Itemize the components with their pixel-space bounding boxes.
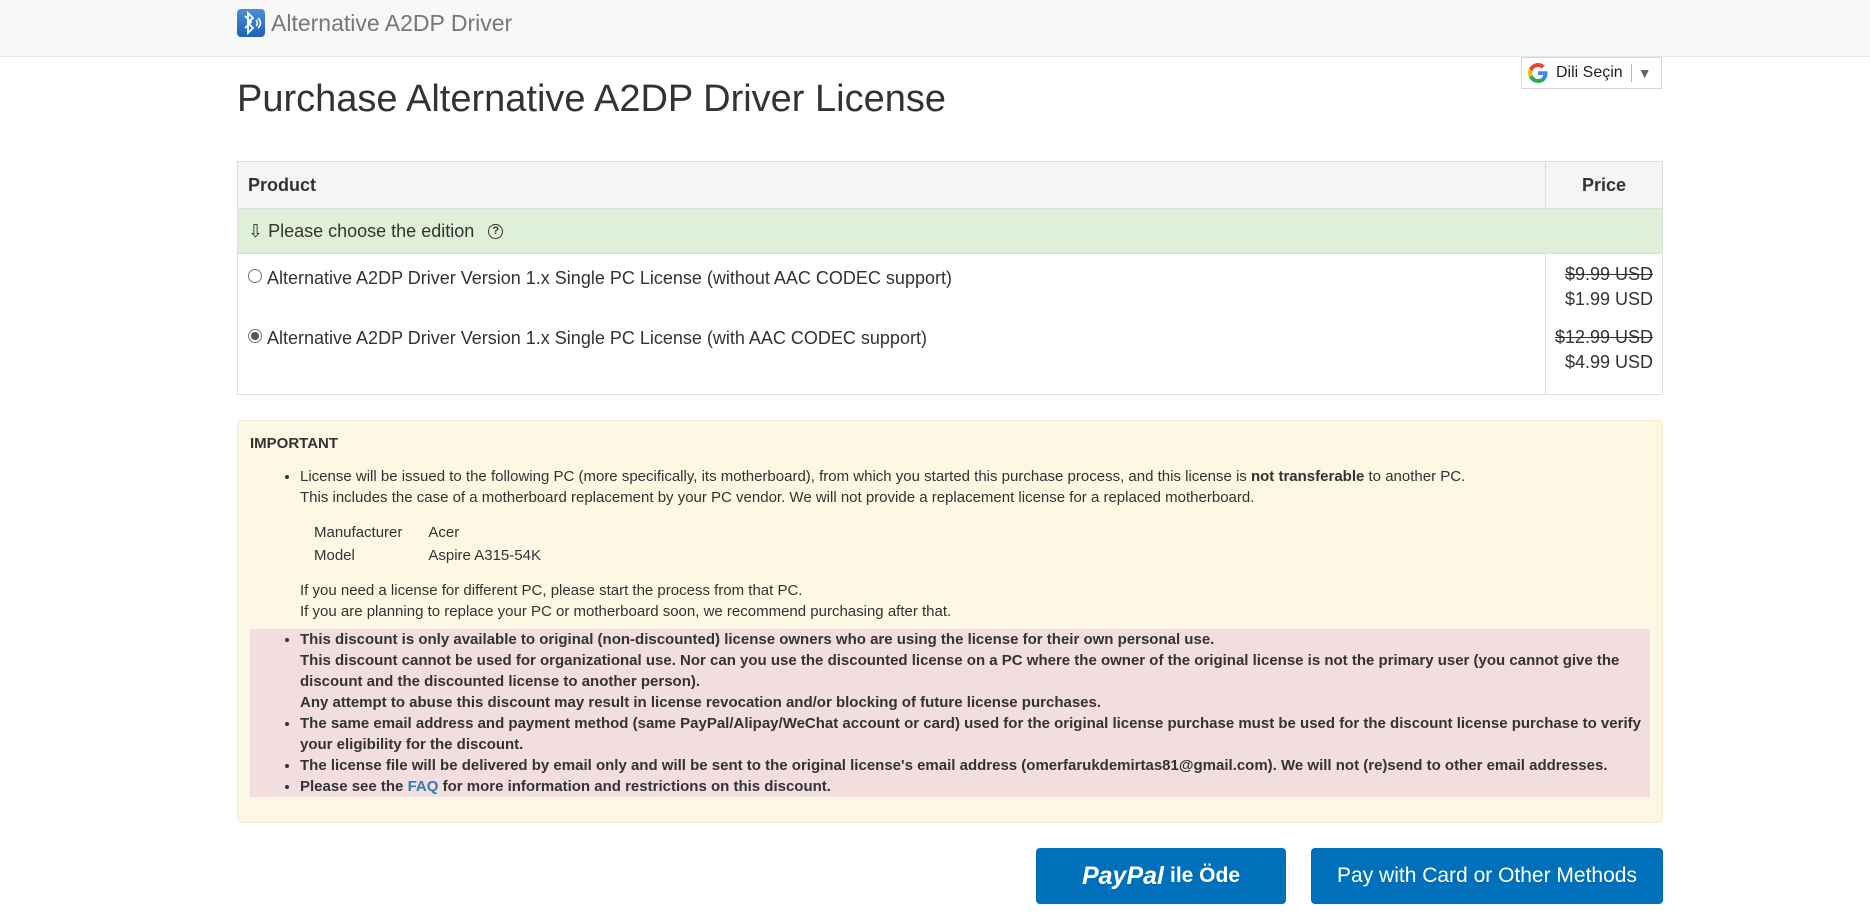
notice-text: If you are planning to replace your PC o…: [300, 603, 952, 620]
warning-text: Any attempt to abuse this discount may r…: [300, 694, 1102, 711]
manufacturer-label: Manufacturer: [314, 524, 403, 541]
edition-row[interactable]: Alternative A2DP Driver Version 1.x Sing…: [237, 324, 1663, 395]
faq-link[interactable]: FAQ: [408, 778, 439, 795]
product-column-header: Product: [237, 161, 1546, 209]
edition-price-cell: $12.99 USD $4.99 USD: [1545, 324, 1663, 395]
pc-info-table: Manufacturer Acer Model Aspire A315-54K: [312, 520, 567, 568]
edition-radio-selected[interactable]: [248, 328, 262, 343]
choose-edition-cell: ⇩ Please choose the edition?: [237, 208, 1663, 254]
warning-text: The license file will be delivered by em…: [300, 757, 1608, 774]
original-price: $9.99 USD: [1564, 264, 1653, 284]
warning-text: This discount is only available to origi…: [300, 631, 1215, 648]
dropdown-arrow-icon: ▼: [1637, 65, 1652, 81]
discount-price: $1.99 USD: [1564, 289, 1653, 309]
warning-text: Please see the: [300, 778, 408, 795]
table-row: Model Aspire A315-54K: [314, 545, 565, 566]
warning-text: for more information and restrictions on…: [438, 778, 831, 795]
edition-radio[interactable]: [248, 269, 262, 284]
paypal-button-label: ile Öde: [1169, 864, 1241, 887]
table-row: Manufacturer Acer: [314, 522, 565, 543]
language-label: Dili Seçin: [1556, 64, 1623, 81]
list-item: License will be issued to the following …: [300, 466, 1630, 622]
notice-text: License will be issued to the following …: [300, 468, 1251, 485]
language-selector[interactable]: Dili Seçin ▼: [1521, 57, 1662, 89]
product-table: Product Price ⇩ Please choose the editio…: [237, 161, 1663, 395]
notice-text: If you need a license for different PC, …: [300, 582, 803, 599]
top-navbar: Alternative A2DP Driver: [0, 0, 1870, 57]
notice-emphasis: not transferable: [1250, 468, 1365, 485]
list-item: The same email address and payment metho…: [300, 713, 1650, 755]
notice-text: This includes the case of a motherboard …: [300, 489, 1255, 506]
notice-list: License will be issued to the following …: [300, 466, 1630, 622]
edition-option-cell[interactable]: Alternative A2DP Driver Version 1.x Sing…: [237, 253, 1546, 325]
original-price: $12.99 USD: [1554, 326, 1653, 347]
list-item: Please see the FAQ for more information …: [300, 776, 1650, 797]
warning-list: This discount is only available to origi…: [250, 629, 1650, 797]
page-title: Purchase Alternative A2DP Driver License: [237, 78, 946, 120]
choose-edition-label: ⇩ Please choose the edition: [248, 220, 475, 241]
google-g-icon: [1526, 61, 1550, 85]
notice-title: IMPORTANT: [250, 435, 339, 452]
edition-option-cell[interactable]: Alternative A2DP Driver Version 1.x Sing…: [237, 324, 1546, 395]
discount-price: $4.99 USD: [1564, 351, 1653, 372]
edition-label[interactable]: Alternative A2DP Driver Version 1.x Sing…: [267, 268, 952, 288]
edition-label[interactable]: Alternative A2DP Driver Version 1.x Sing…: [267, 328, 927, 348]
table-header-row: Product Price: [237, 161, 1663, 209]
pay-with-card-button[interactable]: Pay with Card or Other Methods: [1311, 848, 1663, 904]
edition-row[interactable]: Alternative A2DP Driver Version 1.x Sing…: [237, 253, 1663, 325]
important-notice: IMPORTANT License will be issued to the …: [237, 420, 1663, 823]
list-item: This discount is only available to origi…: [300, 629, 1650, 713]
language-divider: [1630, 64, 1632, 82]
warning-text: The same email address and payment metho…: [300, 715, 1641, 753]
price-column-header: Price: [1545, 161, 1663, 209]
bluetooth-speaker-icon: [237, 9, 265, 37]
manufacturer-value: Acer: [428, 524, 460, 541]
paypal-logo: PayPal: [1081, 861, 1164, 890]
list-item: The license file will be delivered by em…: [300, 755, 1650, 776]
edition-price-cell: $9.99 USD $1.99 USD: [1545, 253, 1663, 325]
warning-text: This discount cannot be used for organiz…: [300, 652, 1620, 690]
app-name: Alternative A2DP Driver: [271, 9, 513, 36]
help-icon[interactable]: ?: [488, 224, 504, 240]
model-label: Model: [314, 547, 355, 564]
brand-link[interactable]: Alternative A2DP Driver: [237, 8, 512, 38]
paypal-button[interactable]: PayPal ile Öde: [1036, 848, 1286, 904]
choose-edition-row: ⇩ Please choose the edition?: [237, 208, 1663, 254]
notice-text: to another PC.: [1364, 468, 1466, 485]
discount-warning-box: This discount is only available to origi…: [250, 629, 1650, 797]
model-value: Aspire A315-54K: [428, 547, 541, 564]
